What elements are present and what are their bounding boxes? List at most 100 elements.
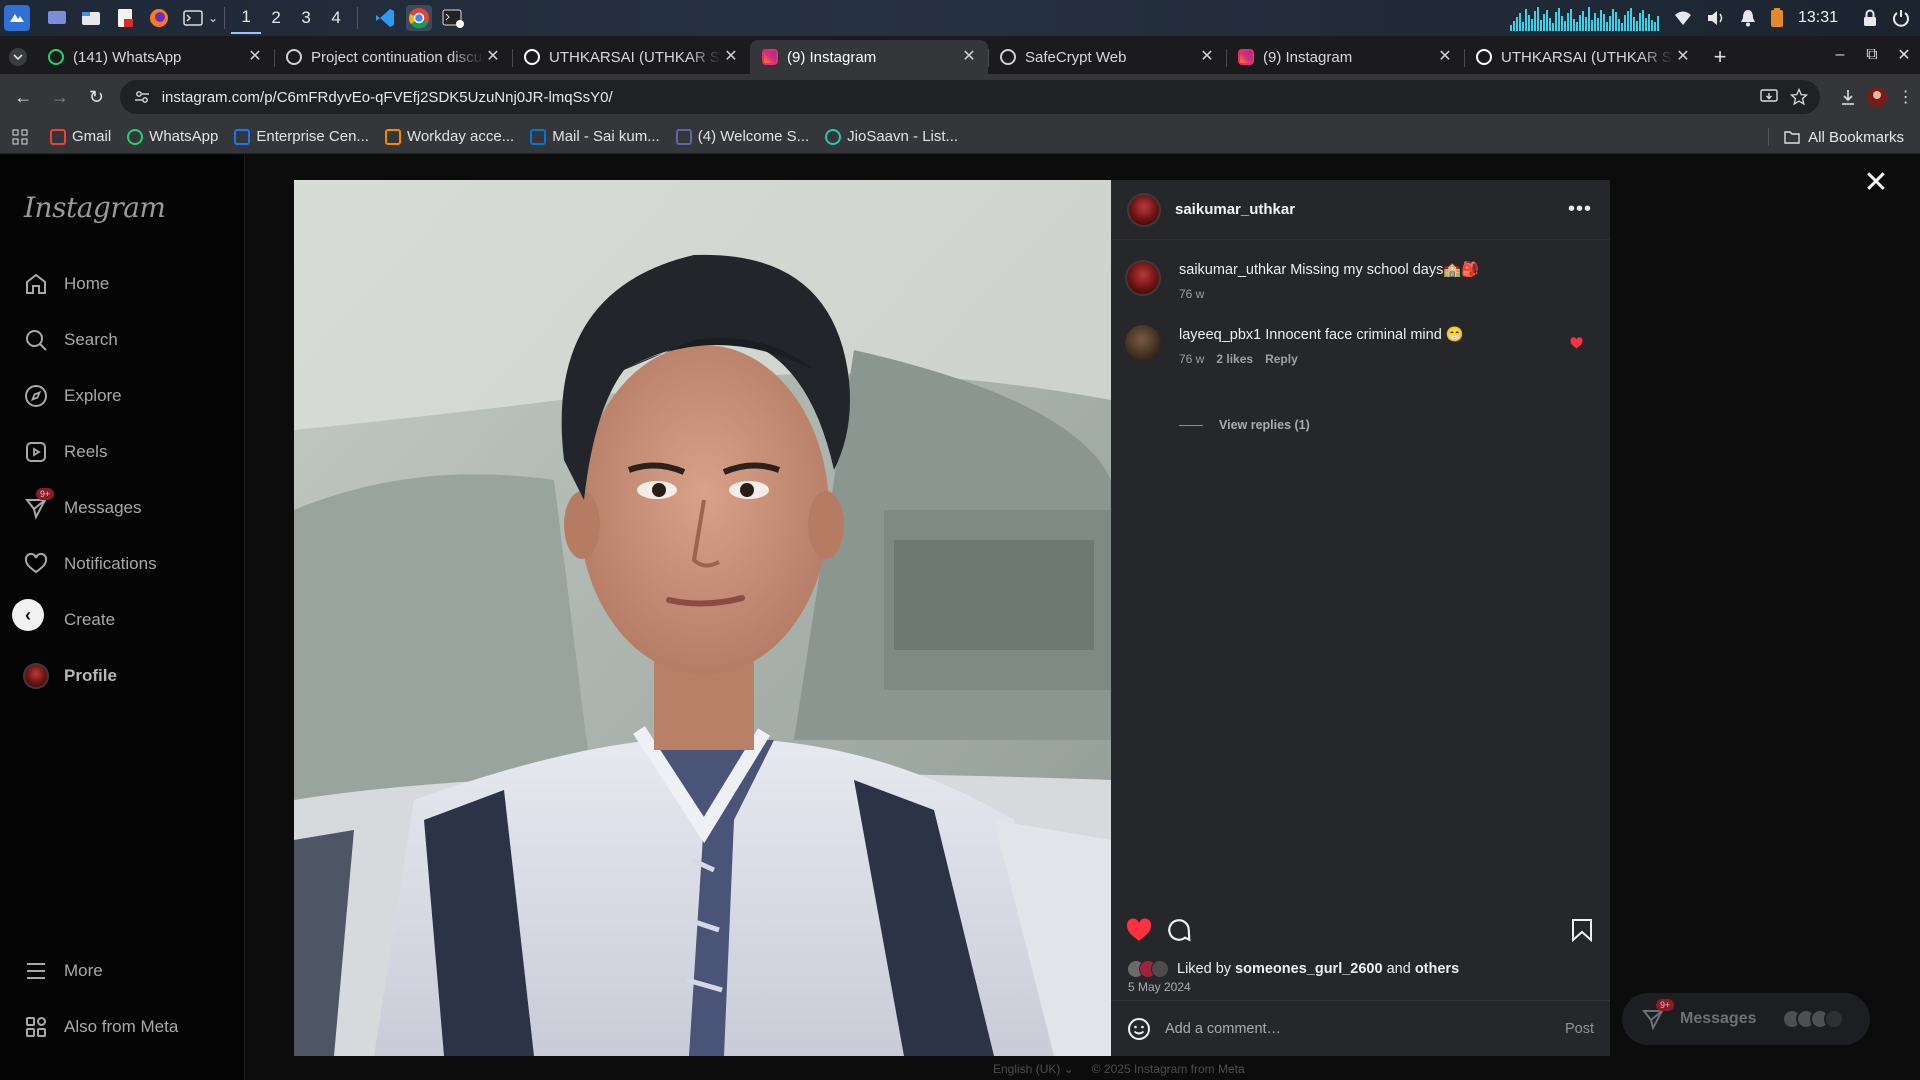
document-viewer-icon[interactable] bbox=[112, 5, 138, 31]
view-replies-button[interactable]: View replies (1) bbox=[1179, 418, 1310, 432]
post-photo[interactable] bbox=[294, 180, 1111, 1056]
install-app-icon[interactable] bbox=[1754, 82, 1784, 112]
firefox-icon[interactable] bbox=[146, 5, 172, 31]
post-date[interactable]: 5 May 2024 bbox=[1128, 980, 1191, 994]
comment-reply-button[interactable]: Reply bbox=[1265, 349, 1298, 369]
power-icon[interactable] bbox=[1892, 9, 1910, 27]
browser-tab[interactable]: (9) Instagram ✕ bbox=[1226, 40, 1464, 74]
close-modal-button[interactable]: ✕ bbox=[1862, 168, 1890, 198]
forward-button[interactable]: → bbox=[45, 81, 76, 113]
messages-floating-button[interactable]: 9+ Messages bbox=[1622, 993, 1870, 1045]
tab-search-button[interactable] bbox=[0, 40, 36, 74]
nav-profile[interactable]: Profile bbox=[22, 656, 117, 696]
caption-username[interactable]: saikumar_uthkar bbox=[1179, 262, 1286, 278]
author-username[interactable]: saikumar_uthkar bbox=[1175, 201, 1295, 218]
instagram-logo[interactable]: Instagram bbox=[24, 191, 166, 224]
bookmark-item[interactable]: WhatsApp bbox=[127, 128, 218, 145]
tab-strip: (141) WhatsApp ✕ Project continuation disc… bbox=[0, 36, 1920, 74]
profile-avatar-icon[interactable] bbox=[1863, 82, 1892, 112]
liked-by-others[interactable]: others bbox=[1415, 961, 1459, 977]
bookmark-star-icon[interactable] bbox=[1784, 82, 1814, 112]
desktop-icon[interactable] bbox=[44, 5, 70, 31]
volume-icon[interactable] bbox=[1706, 9, 1726, 27]
comment-likes[interactable]: 2 likes bbox=[1216, 349, 1253, 369]
browser-tab[interactable]: (141) WhatsApp ✕ bbox=[36, 40, 274, 74]
lock-icon[interactable] bbox=[1862, 9, 1878, 27]
comment-icon[interactable] bbox=[1165, 916, 1193, 944]
close-tab-icon[interactable]: ✕ bbox=[1436, 48, 1454, 66]
author-avatar[interactable] bbox=[1127, 192, 1161, 227]
terminal-icon[interactable] bbox=[180, 5, 206, 31]
restore-button[interactable]: ⧉ bbox=[1856, 46, 1888, 64]
caption-age[interactable]: 76 w bbox=[1179, 284, 1204, 304]
comment-input[interactable]: Add a comment… bbox=[1165, 1021, 1565, 1037]
chrome-icon[interactable] bbox=[406, 5, 433, 31]
browser-tab[interactable]: Project continuation discussion✕ bbox=[274, 40, 512, 74]
app-launcher-icon[interactable] bbox=[4, 5, 30, 31]
browser-menu-icon[interactable]: ⋮ bbox=[1891, 82, 1920, 112]
language-select[interactable]: English (UK) ⌄ bbox=[993, 1062, 1074, 1076]
workspace-2[interactable]: 2 bbox=[261, 2, 291, 34]
chevron-down-icon[interactable]: ⌄ bbox=[208, 11, 218, 25]
downloads-icon[interactable] bbox=[1834, 82, 1863, 112]
bookmark-item[interactable]: Mail - Sai kum... bbox=[530, 128, 660, 145]
reload-button[interactable]: ↻ bbox=[81, 81, 112, 113]
meta-icon bbox=[234, 128, 251, 145]
close-window-button[interactable]: ✕ bbox=[1888, 45, 1920, 65]
comment-heart-icon[interactable] bbox=[1570, 337, 1583, 349]
like-heart-icon[interactable] bbox=[1125, 916, 1153, 944]
nav-home[interactable]: Home bbox=[22, 264, 109, 304]
nav-more[interactable]: More bbox=[22, 951, 103, 991]
minimize-button[interactable]: – bbox=[1824, 46, 1856, 64]
workspace-4[interactable]: 4 bbox=[321, 2, 351, 34]
caption-avatar[interactable] bbox=[1125, 260, 1161, 296]
close-tab-icon[interactable]: ✕ bbox=[1198, 48, 1216, 66]
close-tab-icon[interactable]: ✕ bbox=[960, 48, 978, 66]
workspace-1[interactable]: 1 bbox=[231, 2, 262, 34]
close-tab-icon[interactable]: ✕ bbox=[484, 48, 502, 66]
browser-tab[interactable]: UTHKARSAI (UTHKAR SAI) ✕ bbox=[1464, 40, 1702, 74]
bookmark-separator bbox=[1768, 128, 1769, 146]
site-info-icon[interactable] bbox=[134, 89, 150, 105]
close-tab-icon[interactable]: ✕ bbox=[722, 48, 740, 66]
emoji-icon[interactable] bbox=[1127, 1017, 1151, 1041]
collapse-sidebar-button[interactable]: ‹ bbox=[12, 599, 44, 631]
browser-tab[interactable]: (9) Instagram ✕ bbox=[750, 40, 988, 74]
nav-messages[interactable]: 9+ Messages bbox=[22, 488, 141, 528]
nav-reels[interactable]: Reels bbox=[22, 432, 107, 472]
clock[interactable]: 13:31 bbox=[1798, 9, 1838, 27]
comment-age[interactable]: 76 w bbox=[1179, 349, 1204, 369]
browser-tab[interactable]: SafeCrypt Web ✕ bbox=[988, 40, 1226, 74]
terminal-icon[interactable] bbox=[440, 5, 466, 31]
bookmark-item[interactable]: JioSaavn - List... bbox=[825, 128, 958, 145]
liked-by-username[interactable]: someones_gurl_2600 bbox=[1235, 961, 1383, 977]
nav-explore[interactable]: Explore bbox=[22, 376, 122, 416]
url-text[interactable]: instagram.com/p/C6mFRdyvEo-qFVEfj2SDK5Uz… bbox=[162, 89, 1754, 106]
nav-also-from-meta[interactable]: Also from Meta bbox=[22, 1007, 178, 1047]
bell-icon[interactable] bbox=[1740, 9, 1756, 27]
file-manager-icon[interactable] bbox=[78, 5, 104, 31]
bookmark-item[interactable]: Enterprise Cen... bbox=[234, 128, 369, 145]
workspace-3[interactable]: 3 bbox=[291, 2, 321, 34]
wifi-icon[interactable] bbox=[1674, 10, 1692, 26]
commenter-username[interactable]: layeeq_pbx1 bbox=[1179, 327, 1261, 343]
bookmark-item[interactable]: (4) Welcome S... bbox=[675, 128, 809, 145]
nav-search[interactable]: Search bbox=[22, 320, 118, 360]
vscode-icon[interactable] bbox=[372, 5, 398, 31]
browser-tab[interactable]: UTHKARSAI (UTHKAR SAI) ✕ bbox=[512, 40, 750, 74]
close-tab-icon[interactable]: ✕ bbox=[246, 48, 264, 66]
bookmark-item[interactable]: Gmail bbox=[50, 128, 111, 145]
apps-grid-icon[interactable] bbox=[12, 129, 28, 145]
save-bookmark-icon[interactable] bbox=[1568, 916, 1596, 944]
bookmark-item[interactable]: Workday acce... bbox=[384, 128, 514, 145]
close-tab-icon[interactable]: ✕ bbox=[1674, 48, 1692, 66]
battery-icon[interactable] bbox=[1770, 8, 1784, 28]
commenter-avatar[interactable] bbox=[1125, 325, 1161, 361]
post-comment-button[interactable]: Post bbox=[1565, 1021, 1594, 1037]
more-options-icon[interactable]: ••• bbox=[1568, 198, 1592, 221]
back-button[interactable]: ← bbox=[8, 81, 39, 113]
nav-notifications[interactable]: Notifications bbox=[22, 544, 157, 584]
all-bookmarks-button[interactable]: All Bookmarks bbox=[1784, 120, 1904, 154]
address-bar[interactable]: instagram.com/p/C6mFRdyvEo-qFVEfj2SDK5Uz… bbox=[119, 80, 1821, 114]
new-tab-button[interactable]: + bbox=[1702, 40, 1738, 74]
